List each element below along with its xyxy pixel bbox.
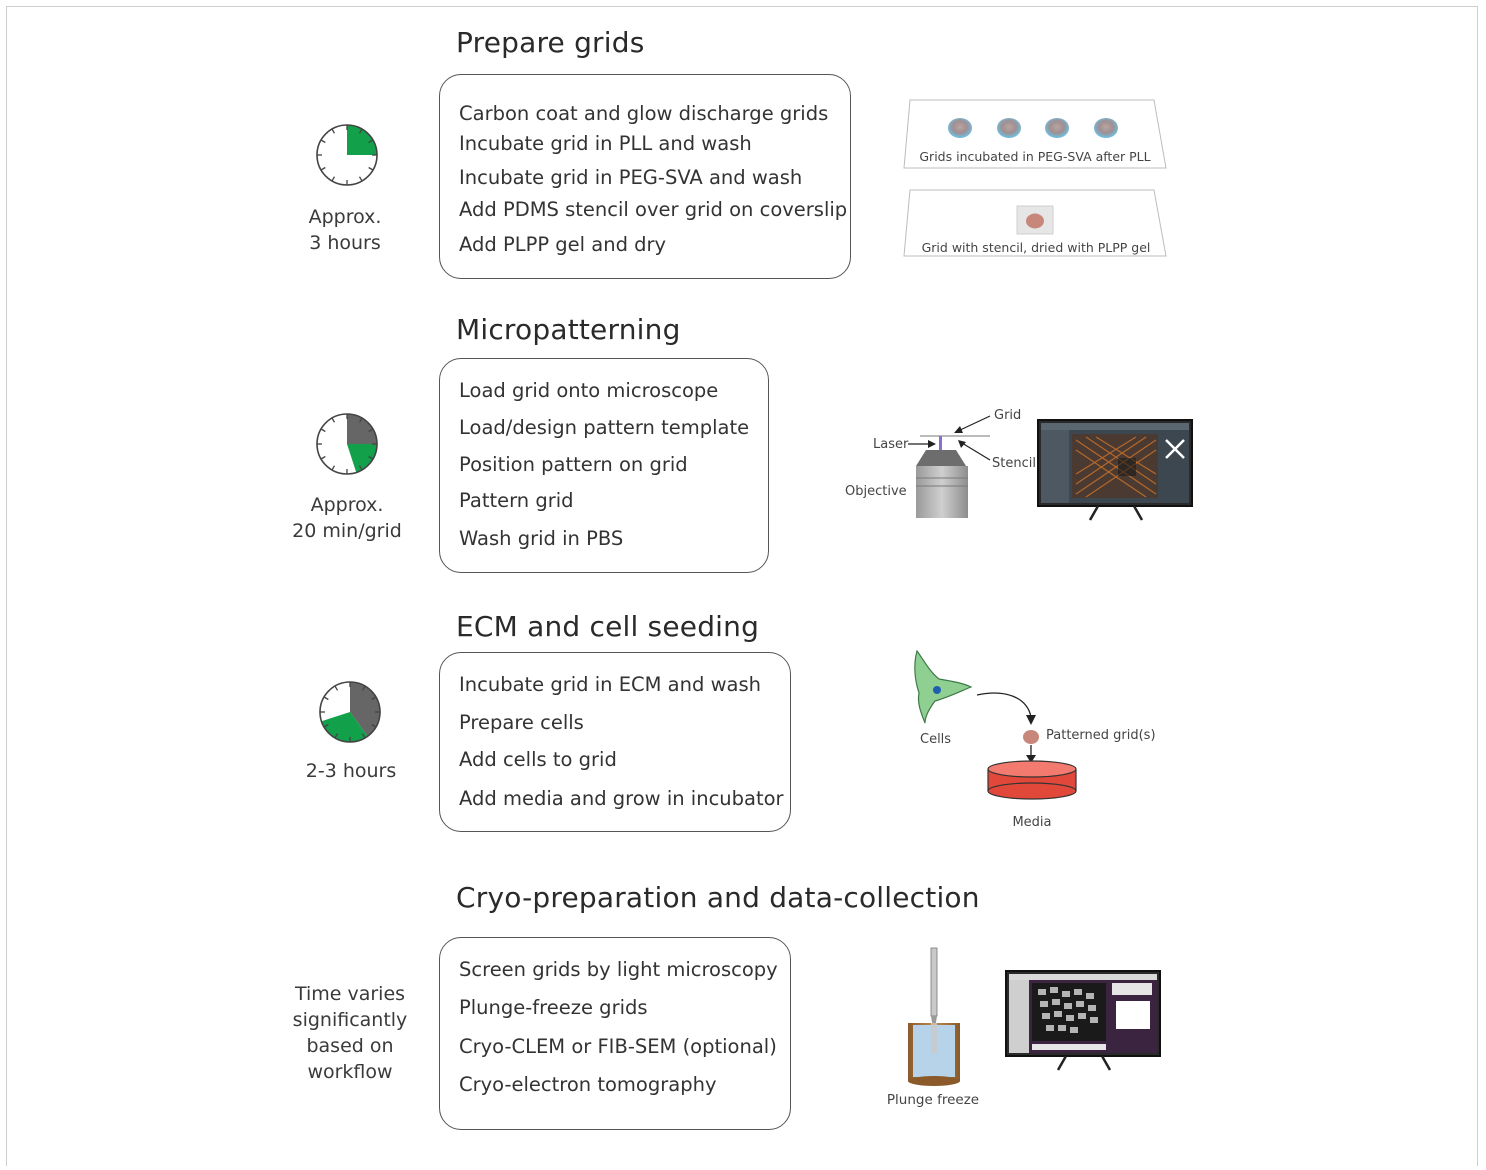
- grid-droplet: [997, 118, 1021, 138]
- time-estimate-prepare-grids: Approx. 3 hours: [280, 204, 410, 256]
- step-item: Incubate grid in PLL and wash: [459, 132, 752, 155]
- step-item: Add media and grow in incubator: [459, 787, 784, 810]
- objective-top: [916, 450, 966, 466]
- steps-box-prepare-grids: Carbon coat and glow discharge grids Inc…: [439, 74, 851, 279]
- step-item: Cryo-CLEM or FIB-SEM (optional): [459, 1035, 777, 1058]
- label-plunge-freeze: Plunge freeze: [887, 1092, 979, 1108]
- time-estimate-ecm-cell-seeding: 2-3 hours: [284, 758, 418, 784]
- grid-droplet: [948, 118, 972, 138]
- time-line: 20 min/grid: [292, 520, 402, 542]
- step-item: Wash grid in PBS: [459, 527, 624, 550]
- steps-box-ecm-cell-seeding: Incubate grid in ECM and wash Prepare ce…: [439, 652, 791, 832]
- time-line: significantly: [292, 1009, 408, 1031]
- label-media: Media: [1012, 815, 1051, 830]
- patterned-grid: [1026, 213, 1044, 229]
- step-item: Add PLPP gel and dry: [459, 233, 667, 256]
- label-patterned-grids: Patterned grid(s): [1046, 728, 1156, 743]
- media-dish-top: [987, 760, 1077, 778]
- time-line: 3 hours: [309, 232, 381, 254]
- step-item: Add PDMS stencil over grid on coverslip: [459, 198, 848, 221]
- patterned-grid: [1023, 730, 1039, 744]
- label-grid: Grid: [994, 408, 1021, 423]
- cell-nucleus: [933, 686, 941, 694]
- step-item: Add cells to grid: [459, 748, 617, 771]
- grid-arrow: [957, 415, 991, 432]
- objective-body: [916, 466, 968, 518]
- label-stencil: Stencil: [992, 456, 1036, 471]
- step-item: Carbon coat and glow discharge grids: [459, 102, 829, 125]
- step-item: Position pattern on grid: [459, 453, 688, 476]
- step-item: Incubate grid in ECM and wash: [459, 673, 761, 696]
- section-title-ecm-cell-seeding: ECM and cell seeding: [456, 610, 760, 643]
- time-estimate-micropatterning: Approx. 20 min/grid: [272, 492, 422, 544]
- monitor-stand: [1088, 505, 1100, 521]
- laser-beam: [939, 436, 942, 450]
- step-item: Load/design pattern template: [459, 416, 750, 439]
- grid-droplet: [1045, 118, 1069, 138]
- steps-box-cryo-preparation: Screen grids by light microscopy Plunge-…: [439, 937, 791, 1130]
- step-item: Plunge-freeze grids: [459, 996, 648, 1019]
- microscope-illustration: Grid Laser Stencil Objective: [845, 408, 1193, 521]
- step-item: Pattern grid: [459, 489, 574, 512]
- label-cells: Cells: [920, 732, 951, 747]
- cryo-illustration: Plunge freeze: [887, 947, 1161, 1108]
- coverslip-illustration: Grids incubated in PEG-SVA after PLL Gri…: [903, 99, 1167, 257]
- clock-icon-ecm-cell-seeding: [319, 681, 381, 743]
- section-title-prepare-grids: Prepare grids: [456, 26, 645, 59]
- stencil-arrow: [961, 442, 991, 461]
- label-laser: Laser: [873, 437, 909, 452]
- clock-icon-prepare-grids: [316, 124, 378, 186]
- step-item: Cryo-electron tomography: [459, 1073, 717, 1096]
- plunger-rod: [930, 947, 938, 1017]
- coverslip-label-2: Grid with stencil, dried with PLPP gel: [922, 240, 1151, 255]
- time-line: Time varies: [294, 983, 406, 1005]
- media-dish-bottom: [987, 782, 1077, 800]
- steps-box-micropatterning: Load grid onto microscope Load/design pa…: [439, 358, 769, 573]
- cell-seeding-illustration: Cells Patterned grid(s) Media: [914, 649, 1156, 830]
- monitor-stand: [1056, 1055, 1068, 1071]
- section-title-cryo-preparation: Cryo-preparation and data-collection: [456, 881, 980, 914]
- label-objective: Objective: [845, 484, 907, 499]
- step-item: Incubate grid in PEG-SVA and wash: [459, 166, 803, 189]
- coverslip-label-1: Grids incubated in PEG-SVA after PLL: [919, 149, 1150, 164]
- time-line: 2-3 hours: [305, 760, 397, 782]
- grid-droplet: [1094, 118, 1118, 138]
- time-line: workflow: [307, 1061, 393, 1083]
- time-estimate-cryo-preparation: Time varies significantly based on workf…: [270, 981, 430, 1085]
- time-line: Approx.: [310, 494, 384, 516]
- seeding-arrow: [976, 692, 1032, 718]
- section-title-micropatterning: Micropatterning: [456, 313, 681, 346]
- cell-shape: [914, 649, 973, 724]
- step-item: Prepare cells: [459, 711, 584, 734]
- clock-icon-micropatterning: [316, 413, 378, 475]
- time-line: based on: [306, 1035, 394, 1057]
- time-line: Approx.: [308, 206, 382, 228]
- step-item: Load grid onto microscope: [459, 379, 719, 402]
- step-item: Screen grids by light microscopy: [459, 958, 778, 981]
